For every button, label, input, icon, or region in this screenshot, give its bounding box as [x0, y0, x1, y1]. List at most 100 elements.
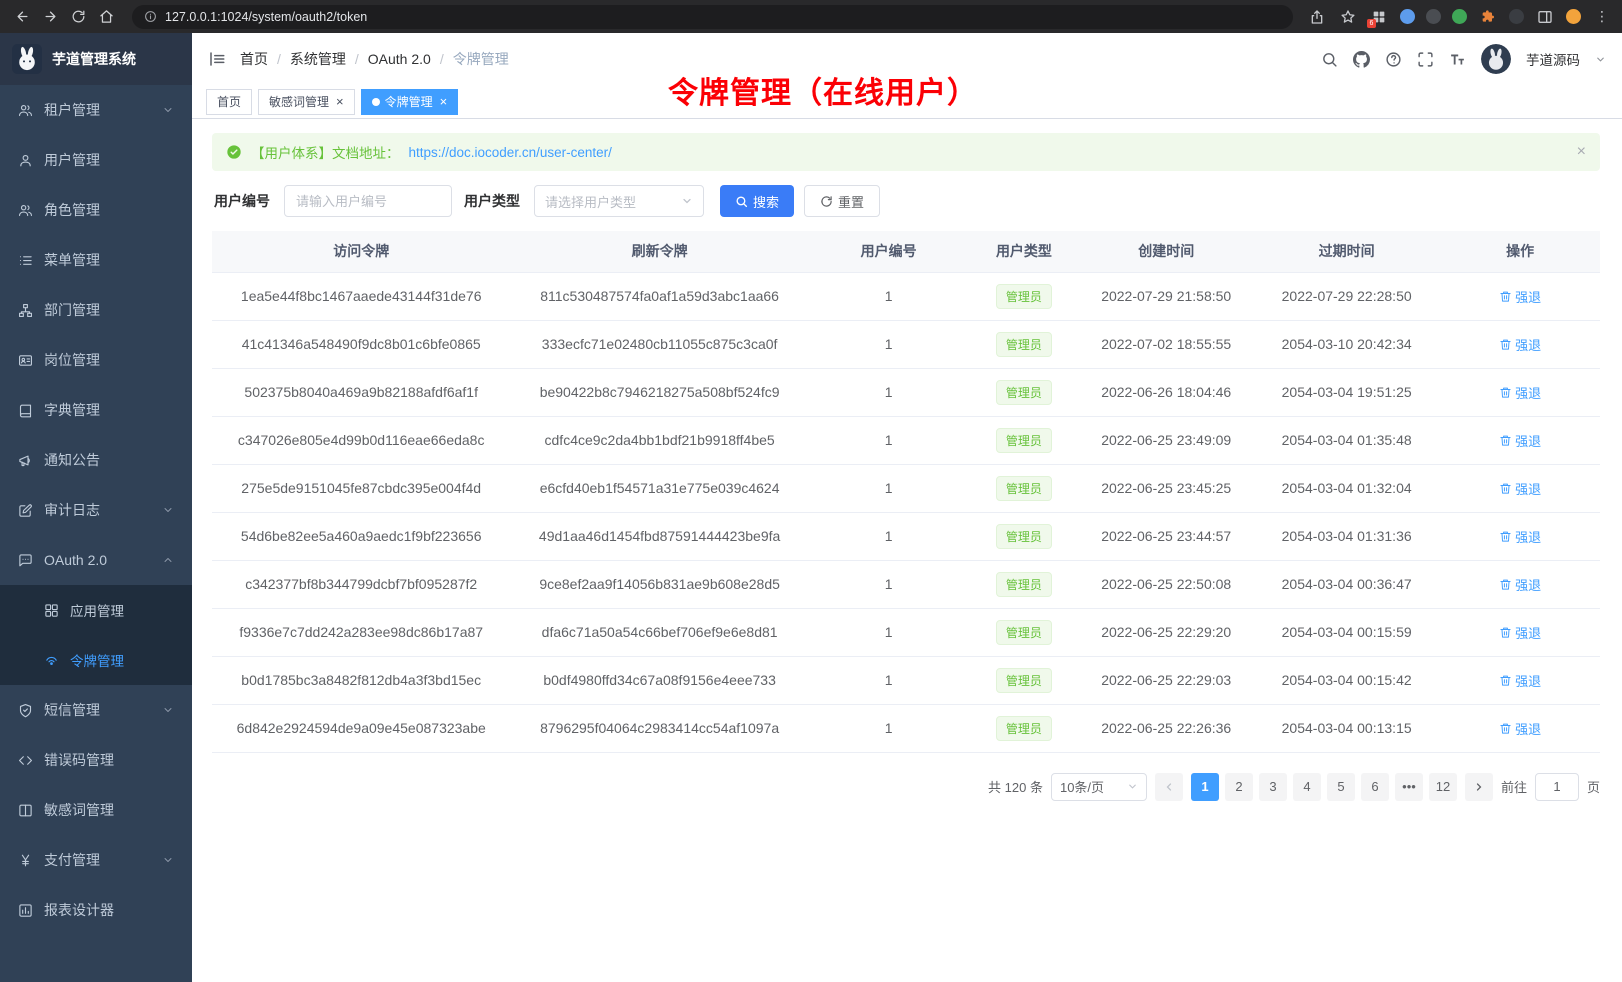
sidebar-item-dept[interactable]: 部门管理 — [0, 285, 192, 335]
cell-action: 强退 — [1440, 560, 1600, 608]
cell-refresh-token: 9ce8ef2aa9f14056b831ae9b608e28d5 — [510, 560, 808, 608]
cell-user-type: 管理员 — [968, 320, 1079, 368]
tab-sensitive-word[interactable]: 敏感词管理× — [258, 89, 355, 115]
extensions-puzzle-icon[interactable] — [1478, 7, 1498, 27]
font-size-icon[interactable] — [1449, 51, 1466, 68]
force-logout-button[interactable]: 强退 — [1499, 431, 1541, 450]
sidebar-item-user[interactable]: 用户管理 — [0, 135, 192, 185]
sidebar-item-tenant[interactable]: 租户管理 — [0, 85, 192, 135]
cell-user-id: 1 — [809, 608, 969, 656]
page-button-12[interactable]: 12 — [1429, 773, 1457, 801]
yen-icon — [18, 853, 33, 868]
page-button-1[interactable]: 1 — [1191, 773, 1219, 801]
sidebar-item-menu[interactable]: 菜单管理 — [0, 235, 192, 285]
cell-refresh-token: 333ecfc71e02480cb11055c875c3ca0f — [510, 320, 808, 368]
force-logout-button[interactable]: 强退 — [1499, 287, 1541, 306]
collapse-sidebar-icon[interactable] — [208, 50, 226, 68]
page-size-select[interactable]: 10条/页 — [1051, 773, 1147, 801]
help-icon[interactable] — [1385, 51, 1402, 68]
page-button-2[interactable]: 2 — [1225, 773, 1253, 801]
page-button-6[interactable]: 6 — [1361, 773, 1389, 801]
extension-green-icon[interactable] — [1452, 9, 1467, 24]
tab-home[interactable]: 首页 — [206, 89, 252, 115]
page-button-3[interactable]: 3 — [1259, 773, 1287, 801]
force-logout-button[interactable]: 强退 — [1499, 527, 1541, 546]
cell-action: 强退 — [1440, 272, 1600, 320]
github-icon[interactable] — [1353, 51, 1370, 68]
force-logout-button[interactable]: 强退 — [1499, 335, 1541, 354]
home-button[interactable] — [94, 5, 118, 29]
sidebar-item-role[interactable]: 角色管理 — [0, 185, 192, 235]
force-logout-button[interactable]: 强退 — [1499, 383, 1541, 402]
bookmark-star-icon[interactable] — [1338, 7, 1358, 27]
sidebar-item-error-code[interactable]: 错误码管理 — [0, 735, 192, 785]
forward-button[interactable] — [38, 5, 62, 29]
extension-grid-icon[interactable]: 6 — [1369, 7, 1389, 27]
sidebar-item-oauth2[interactable]: OAuth 2.0 — [0, 535, 192, 585]
force-logout-label: 强退 — [1515, 335, 1541, 354]
sidebar-item-report-designer[interactable]: 报表设计器 — [0, 885, 192, 935]
sidebar-item-sensitive-word[interactable]: 敏感词管理 — [0, 785, 192, 835]
reset-button[interactable]: 重置 — [804, 185, 880, 217]
user-menu-caret-icon[interactable] — [1595, 54, 1606, 65]
sidebar-item-label: 字典管理 — [44, 400, 100, 420]
fullscreen-icon[interactable] — [1417, 51, 1434, 68]
user-id-input[interactable] — [284, 185, 452, 217]
more-menu-icon[interactable]: ⋮ — [1592, 7, 1612, 27]
close-tab-icon[interactable]: × — [336, 95, 344, 108]
force-logout-button[interactable]: 强退 — [1499, 719, 1541, 738]
sidebar-item-dict[interactable]: 字典管理 — [0, 385, 192, 435]
force-logout-button[interactable]: 强退 — [1499, 671, 1541, 690]
next-page-button[interactable] — [1465, 773, 1493, 801]
page-ellipsis[interactable]: ••• — [1395, 773, 1423, 801]
doc-link[interactable]: https://doc.iocoder.cn/user-center/ — [409, 145, 612, 160]
breadcrumb-item[interactable]: 系统管理 — [290, 49, 346, 69]
profile-avatar[interactable] — [1566, 9, 1581, 24]
back-button[interactable] — [10, 5, 34, 29]
extension-dark-icon[interactable] — [1426, 9, 1441, 24]
sidebar-item-audit-log[interactable]: 审计日志 — [0, 485, 192, 535]
close-tab-icon[interactable]: × — [440, 95, 448, 108]
username[interactable]: 芋道源码 — [1526, 49, 1580, 69]
trash-icon — [1499, 530, 1512, 543]
alert-close-icon[interactable]: × — [1577, 143, 1586, 161]
breadcrumb-item[interactable]: OAuth 2.0 — [368, 51, 431, 67]
sidebar-item-sms[interactable]: 短信管理 — [0, 685, 192, 735]
force-logout-button[interactable]: 强退 — [1499, 575, 1541, 594]
page-button-4[interactable]: 4 — [1293, 773, 1321, 801]
trash-icon — [1499, 290, 1512, 303]
goto-page-input[interactable] — [1535, 773, 1579, 801]
reload-button[interactable] — [66, 5, 90, 29]
extension-blue-icon[interactable] — [1400, 9, 1415, 24]
prev-page-button[interactable] — [1155, 773, 1183, 801]
table-row: 6d842e2924594de9a09e45e087323abe8796295f… — [212, 704, 1600, 752]
share-icon[interactable] — [1307, 7, 1327, 27]
cell-access-token: 41c41346a548490f9dc8b01c6bfe0865 — [212, 320, 510, 368]
extension-dark2-icon[interactable] — [1509, 9, 1524, 24]
site-info-icon[interactable] — [144, 10, 157, 23]
sidebar-item-post[interactable]: 岗位管理 — [0, 335, 192, 385]
sidebar-item-notice[interactable]: 通知公告 — [0, 435, 192, 485]
success-check-icon — [226, 144, 242, 160]
sidebar-item-pay[interactable]: 支付管理 — [0, 835, 192, 885]
address-bar[interactable]: 127.0.0.1:1024/system/oauth2/token — [132, 5, 1293, 29]
sidebar-item-label: 岗位管理 — [44, 350, 100, 370]
tab-bar: 首页敏感词管理×令牌管理× — [192, 85, 1622, 119]
search-button[interactable]: 搜索 — [720, 185, 794, 217]
sidebar-item-oauth2-token[interactable]: 令牌管理 — [0, 635, 192, 685]
user-avatar[interactable] — [1481, 44, 1511, 74]
breadcrumb-item[interactable]: 首页 — [240, 49, 268, 69]
force-logout-button[interactable]: 强退 — [1499, 623, 1541, 642]
chat-icon — [18, 553, 33, 568]
trash-icon — [1499, 434, 1512, 447]
cell-user-type: 管理员 — [968, 704, 1079, 752]
cell-expire-time: 2054-03-04 01:32:04 — [1253, 464, 1440, 512]
page-button-5[interactable]: 5 — [1327, 773, 1355, 801]
book-icon — [18, 403, 33, 418]
side-panel-icon[interactable] — [1535, 7, 1555, 27]
tab-token[interactable]: 令牌管理× — [361, 89, 459, 115]
sidebar-item-oauth2-app[interactable]: 应用管理 — [0, 585, 192, 635]
search-icon[interactable] — [1321, 51, 1338, 68]
user-type-select[interactable]: 请选择用户类型 — [534, 185, 704, 217]
force-logout-button[interactable]: 强退 — [1499, 479, 1541, 498]
